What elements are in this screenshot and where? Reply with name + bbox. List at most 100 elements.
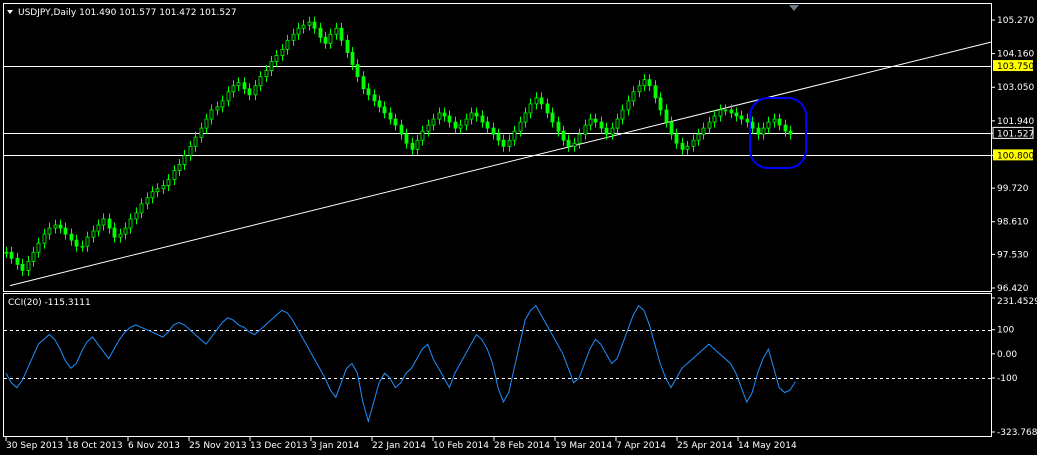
- price-label: 105.270: [997, 16, 1034, 26]
- candle-body: [161, 185, 166, 190]
- candle-body: [539, 97, 544, 105]
- candle-body: [253, 85, 258, 96]
- cci-axis-label: 0.00: [997, 350, 1017, 360]
- candle-body: [236, 82, 241, 87]
- candle-body: [393, 118, 398, 126]
- candle-body: [685, 145, 690, 150]
- candle-body: [620, 109, 625, 120]
- candle-body: [701, 127, 706, 135]
- candle-body: [664, 109, 669, 123]
- candle-body: [447, 115, 452, 123]
- candle-body: [134, 212, 139, 220]
- candle-body: [712, 115, 717, 123]
- time-label: 28 Feb 2014: [494, 441, 550, 451]
- candle-body: [145, 197, 150, 205]
- candle-body: [783, 124, 788, 132]
- candle-body: [166, 179, 171, 187]
- candle-body: [58, 224, 63, 229]
- trading-chart[interactable]: USDJPY,Daily 101.490 101.577 101.472 101…: [0, 0, 1037, 455]
- price-label: 103.050: [997, 83, 1034, 93]
- price-label: 96.420: [997, 284, 1029, 294]
- candle-body: [258, 76, 263, 87]
- candle-body: [599, 121, 604, 129]
- candle-body: [669, 121, 674, 135]
- time-label: 25 Nov 2013: [189, 441, 247, 451]
- candle-body: [750, 121, 755, 129]
- candle-body: [534, 97, 539, 105]
- candle-body: [572, 142, 577, 147]
- time-label: 3 Jan 2014: [311, 441, 359, 451]
- cci-axis-label: -100: [997, 374, 1018, 384]
- candle-body: [561, 130, 566, 141]
- candle-body: [501, 139, 506, 147]
- candle-body: [20, 263, 25, 271]
- candle-body: [269, 61, 274, 71]
- candle-body: [410, 142, 415, 150]
- candle-body: [242, 82, 247, 90]
- candle-body: [247, 88, 252, 96]
- candle-body: [63, 227, 68, 235]
- candle-body: [788, 130, 793, 135]
- candle-body: [766, 121, 771, 129]
- candle-body: [507, 139, 512, 147]
- price-label: 101.527: [997, 129, 1034, 139]
- candle-body: [626, 100, 631, 111]
- candle-body: [150, 191, 155, 199]
- candle-body: [9, 251, 14, 259]
- time-label: 25 Apr 2014: [677, 441, 733, 451]
- candle-body: [285, 39, 290, 50]
- candle-body: [550, 112, 555, 123]
- candle-body: [96, 224, 101, 232]
- candle-body: [556, 121, 561, 132]
- candle-body: [431, 118, 436, 126]
- candle-body: [691, 139, 696, 147]
- candle-body: [118, 233, 123, 238]
- candle-body: [312, 21, 317, 29]
- candle-body: [42, 233, 47, 244]
- candle-body: [231, 85, 236, 93]
- price-label: 99.720: [997, 184, 1029, 194]
- candle-body: [420, 130, 425, 141]
- candle-body: [193, 136, 198, 147]
- candle-body: [139, 203, 144, 214]
- candle-body: [69, 233, 74, 241]
- candle-body: [350, 52, 355, 65]
- candle-body: [226, 91, 231, 102]
- cci-axis-label: 100: [997, 326, 1014, 336]
- candle-body: [637, 85, 642, 93]
- time-label: 19 Mar 2014: [555, 441, 612, 451]
- candle-body: [26, 260, 31, 271]
- candle-body: [426, 124, 431, 132]
- candle-body: [47, 227, 52, 235]
- candle-body: [583, 124, 588, 135]
- candle-body: [334, 27, 339, 35]
- candle-body: [593, 118, 598, 123]
- candle-body: [437, 112, 442, 120]
- candle-body: [36, 242, 41, 253]
- candle-body: [328, 33, 333, 44]
- candle-body: [723, 109, 728, 112]
- time-label: 18 Oct 2013: [67, 441, 123, 451]
- candle-body: [307, 21, 312, 26]
- time-label: 30 Sep 2013: [6, 441, 63, 451]
- candle-body: [707, 121, 712, 129]
- candle-body: [480, 115, 485, 123]
- candle-body: [123, 227, 128, 235]
- candle-body: [512, 130, 517, 141]
- candle-body: [74, 239, 79, 247]
- candle-body: [377, 100, 382, 108]
- candle-body: [453, 121, 458, 129]
- candle-body: [182, 154, 187, 165]
- candle-body: [31, 251, 36, 262]
- candle-body: [761, 127, 766, 135]
- cci-axis-label: -323.768: [997, 428, 1037, 438]
- candle-body: [366, 88, 371, 96]
- candle-body: [756, 127, 761, 135]
- candle-body: [415, 139, 420, 150]
- candle-body: [80, 245, 85, 248]
- symbol-header: USDJPY,Daily 101.490 101.577 101.472 101…: [18, 8, 237, 18]
- candle-body: [339, 27, 344, 41]
- candle-body: [523, 112, 528, 123]
- candle-body: [112, 227, 117, 238]
- candle-body: [15, 257, 20, 265]
